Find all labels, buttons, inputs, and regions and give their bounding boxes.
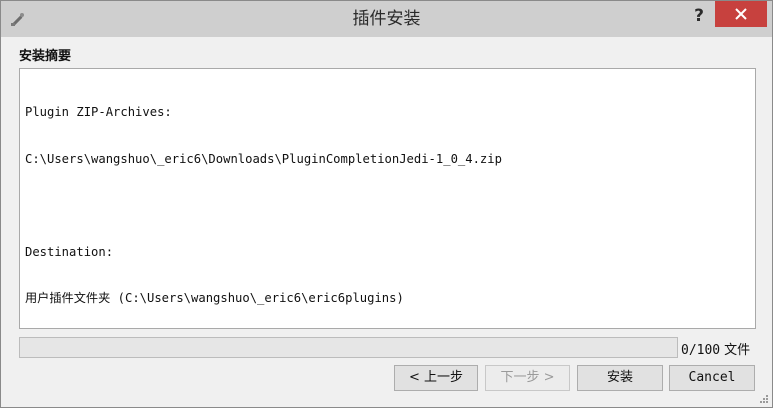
summary-heading: 安装摘要 bbox=[19, 49, 72, 64]
progress-unit: 文件 bbox=[724, 343, 751, 358]
back-button[interactable]: < 上一步 bbox=[394, 365, 478, 391]
summary-textarea[interactable]: Plugin ZIP-Archives: C:\Users\wangshuo\_… bbox=[19, 68, 756, 329]
summary-line-destination-path: 用户插件文件夹 (C:\Users\wangshuo\_eric6\eric6p… bbox=[25, 291, 404, 305]
next-button[interactable]: 下一步 > bbox=[485, 365, 570, 391]
summary-line-destination-label: Destination: bbox=[25, 244, 114, 259]
cancel-button[interactable]: Cancel bbox=[669, 365, 755, 391]
summary-line-archives-label: Plugin ZIP-Archives: bbox=[25, 105, 172, 119]
summary-line-blank bbox=[25, 198, 750, 214]
plugin-install-dialog: 插件安装 ? 安装摘要 Plugin ZIP-Archives: C:\User… bbox=[0, 0, 773, 408]
window-title: 插件安装 bbox=[352, 9, 421, 29]
progress-count: 0/100 bbox=[681, 343, 721, 358]
summary-line-archive-path: C:\Users\wangshuo\_eric6\Downloads\Plugi… bbox=[25, 151, 502, 166]
close-icon bbox=[735, 8, 747, 20]
resize-grip-icon[interactable] bbox=[758, 393, 768, 403]
title-bar[interactable]: 插件安装 ? bbox=[1, 1, 772, 37]
install-progress-bar bbox=[19, 337, 678, 358]
progress-counter: 0/100 文件 bbox=[681, 339, 750, 358]
install-button[interactable]: 安装 bbox=[577, 365, 663, 391]
help-button[interactable]: ? bbox=[687, 4, 711, 28]
close-button[interactable] bbox=[715, 1, 767, 27]
